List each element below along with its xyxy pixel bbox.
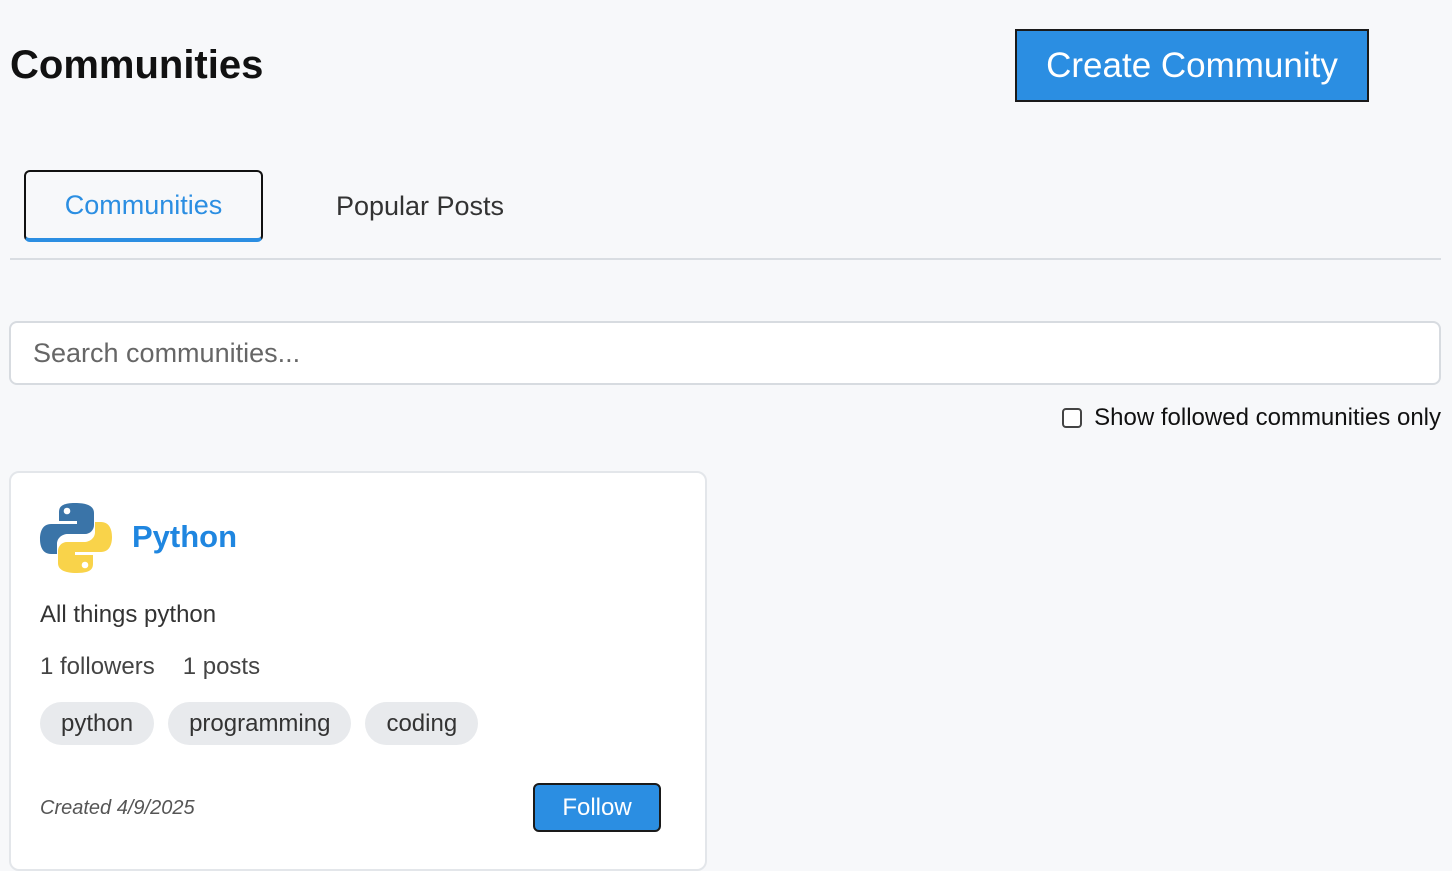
tag-chip[interactable]: programming	[168, 702, 352, 745]
page-title: Communities	[10, 43, 264, 87]
tag-chip[interactable]: python	[40, 702, 155, 745]
created-date: Created 4/9/2025	[40, 797, 195, 819]
tab-popular-posts[interactable]: Popular Posts	[300, 170, 540, 242]
followed-only-label: Show followed communities only	[1094, 404, 1441, 431]
community-stats: 1 followers 1 posts	[40, 653, 260, 681]
search-input[interactable]	[9, 321, 1441, 385]
tab-bar: Communities Popular Posts	[10, 170, 1441, 260]
tab-communities[interactable]: Communities	[24, 170, 263, 242]
community-tags: python programming coding	[40, 702, 479, 745]
followed-filter: Show followed communities only	[1062, 404, 1441, 432]
tag-chip[interactable]: coding	[365, 702, 479, 745]
community-name-link[interactable]: Python	[132, 519, 237, 555]
followers-count: 1 followers	[40, 653, 155, 680]
community-card: Python All things python 1 followers 1 p…	[9, 471, 707, 871]
create-community-button[interactable]: Create Community	[1015, 29, 1369, 102]
followed-only-checkbox[interactable]	[1062, 408, 1083, 428]
python-logo-icon	[40, 503, 112, 573]
posts-count: 1 posts	[182, 653, 261, 680]
community-description: All things python	[40, 601, 217, 628]
follow-button[interactable]: Follow	[533, 783, 661, 832]
